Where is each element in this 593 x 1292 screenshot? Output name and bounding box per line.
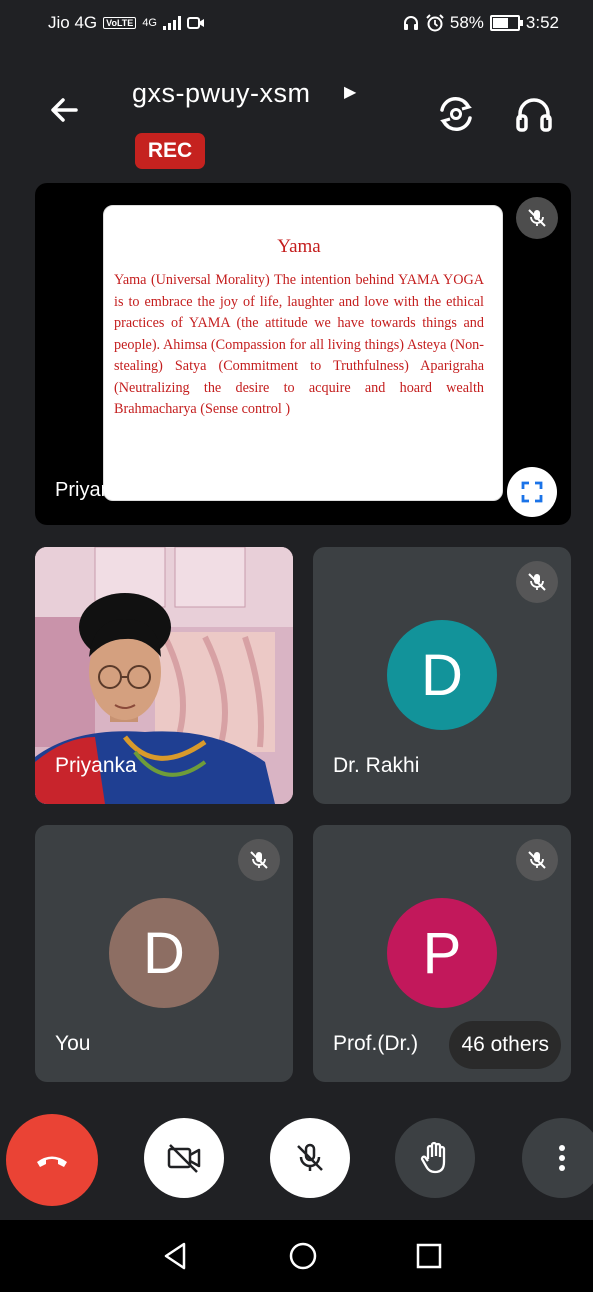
nav-home-icon[interactable] (287, 1240, 319, 1272)
muted-mic-icon (238, 839, 280, 881)
meeting-details-caret-icon[interactable]: ▶ (344, 82, 356, 102)
meeting-header: gxs-pwuy-xsm ▶ REC (0, 60, 593, 180)
more-vert-icon (559, 1145, 565, 1171)
fullscreen-button[interactable] (507, 467, 557, 517)
status-bar: Jio 4G VoLTE 4G 58% 3:52 (0, 0, 593, 48)
signal-icon (163, 16, 181, 30)
presenting-label: Priyanka is presenting (55, 479, 252, 501)
slide-body: Yama (Universal Morality) The intention … (114, 272, 484, 417)
back-arrow-icon[interactable] (44, 90, 84, 130)
presenter-muted-icon (516, 197, 558, 239)
meeting-code[interactable]: gxs-pwuy-xsm (132, 78, 311, 109)
headset-status-icon (403, 16, 418, 30)
presentation-slide: Yama Yama (Universal Morality) The inten… (103, 205, 503, 501)
participant-tile-priyanka[interactable]: Priyanka (35, 547, 293, 804)
participant-avatar: D (387, 620, 497, 730)
muted-mic-icon (516, 839, 558, 881)
system-navigation-bar (0, 1220, 593, 1292)
network-type-label: 4G (142, 17, 157, 29)
raise-hand-icon (420, 1141, 446, 1174)
more-options-button[interactable] (522, 1118, 593, 1198)
slide-title: Yama (277, 236, 321, 257)
camera-off-icon (167, 1144, 201, 1173)
volte-badge: VoLTE (103, 17, 137, 29)
battery-percent: 58% (449, 13, 484, 32)
muted-mic-icon (516, 561, 558, 603)
battery-icon (489, 15, 523, 31)
presentation-tile[interactable]: Yama Yama (Universal Morality) The inten… (35, 183, 571, 525)
participant-name: Priyanka (55, 754, 137, 777)
others-count-chip[interactable]: 46 others (449, 1021, 561, 1069)
camera-toggle-button[interactable] (144, 1118, 224, 1198)
raise-hand-button[interactable] (395, 1118, 475, 1198)
audio-output-headphones-icon[interactable] (512, 92, 556, 136)
participant-tile-prof[interactable]: P Prof.(Dr.) 46 others (313, 825, 571, 1082)
microphone-toggle-button[interactable] (270, 1118, 350, 1198)
nav-back-icon[interactable] (160, 1240, 192, 1272)
carrier-label: Jio 4G (48, 13, 98, 32)
participant-name: Prof.(Dr.) (333, 1032, 419, 1055)
participant-tile-you[interactable]: D You (35, 825, 293, 1082)
fullscreen-icon (521, 481, 543, 503)
call-controls (0, 1110, 593, 1210)
video-call-status-icon (187, 17, 204, 29)
participant-avatar: D (109, 898, 219, 1008)
participant-tile-dr-rakhi[interactable]: D Dr. Rakhi (313, 547, 571, 804)
participant-name: Dr. Rakhi (333, 754, 420, 777)
participant-name: You (55, 1032, 91, 1055)
nav-recents-icon[interactable] (413, 1240, 445, 1272)
clock: 3:52 (525, 13, 559, 32)
mic-off-icon (297, 1143, 323, 1171)
recording-badge: REC (135, 133, 205, 169)
end-call-button[interactable] (6, 1114, 98, 1206)
hang-up-phone-icon (37, 1156, 67, 1167)
participant-avatar: P (387, 898, 497, 1008)
switch-camera-icon[interactable] (434, 92, 478, 136)
alarm-icon (426, 14, 444, 32)
